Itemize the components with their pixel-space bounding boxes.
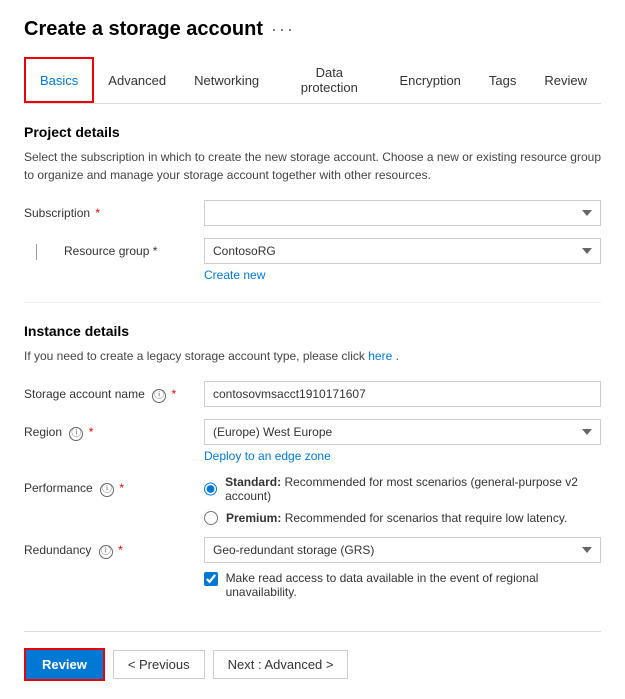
here-link[interactable]: here	[368, 349, 392, 363]
tab-review[interactable]: Review	[530, 57, 601, 103]
redundancy-label: Redundancy ⓘ *	[24, 537, 204, 559]
subscription-label: Subscription *	[24, 200, 204, 220]
tab-advanced[interactable]: Advanced	[94, 57, 180, 103]
performance-required: *	[119, 481, 124, 495]
subscription-required: *	[95, 206, 100, 220]
review-button[interactable]: Review	[24, 648, 105, 681]
page-title: Create a storage account	[24, 18, 263, 41]
redundancy-info-icon[interactable]: ⓘ	[99, 545, 113, 559]
resource-group-indent	[24, 238, 64, 260]
storage-name-required: *	[171, 387, 176, 401]
subscription-select[interactable]	[204, 200, 601, 226]
tab-networking[interactable]: Networking	[180, 57, 273, 103]
next-button[interactable]: Next : Advanced >	[213, 650, 349, 679]
previous-button[interactable]: < Previous	[113, 650, 205, 679]
region-select[interactable]: (Europe) West Europe	[204, 419, 601, 445]
read-access-label: Make read access to data available in th…	[226, 571, 601, 599]
performance-standard-radio[interactable]	[204, 482, 217, 496]
tab-data-protection[interactable]: Data protection	[273, 57, 385, 103]
performance-radio-group: Standard: Recommended for most scenarios…	[204, 475, 601, 525]
subscription-wrapper	[204, 200, 601, 226]
storage-account-name-input[interactable]: contosovmsacct1910171607	[204, 381, 601, 407]
region-info-icon[interactable]: ⓘ	[69, 427, 83, 441]
resource-group-wrapper: ContosoRG Create new	[204, 238, 601, 282]
instance-details-title: Instance details	[24, 323, 601, 339]
performance-premium-desc: Recommended for scenarios that require l…	[285, 511, 568, 525]
resource-group-required: *	[153, 244, 158, 258]
storage-account-name-label: Storage account name ⓘ *	[24, 381, 204, 403]
performance-premium-label: Premium:	[226, 511, 281, 525]
performance-premium-option[interactable]: Premium: Recommended for scenarios that …	[204, 511, 601, 525]
create-new-link[interactable]: Create new	[204, 268, 265, 282]
redundancy-select[interactable]: Geo-redundant storage (GRS)	[204, 537, 601, 563]
region-label: Region ⓘ *	[24, 419, 204, 441]
deploy-edge-zone-link[interactable]: Deploy to an edge zone	[204, 449, 331, 463]
tab-basics[interactable]: Basics	[24, 57, 94, 103]
read-access-checkbox[interactable]	[204, 572, 218, 586]
performance-wrapper: Standard: Recommended for most scenarios…	[204, 475, 601, 525]
region-required: *	[89, 425, 94, 439]
redundancy-wrapper: Geo-redundant storage (GRS) Make read ac…	[204, 537, 601, 599]
performance-standard-option[interactable]: Standard: Recommended for most scenarios…	[204, 475, 601, 503]
storage-account-name-wrapper: contosovmsacct1910171607	[204, 381, 601, 407]
storage-name-info-icon[interactable]: ⓘ	[152, 389, 166, 403]
instance-details-desc: If you need to create a legacy storage a…	[24, 347, 601, 365]
page-title-dots: ···	[271, 19, 295, 40]
footer-bar: Review < Previous Next : Advanced >	[24, 631, 601, 681]
section-divider-1	[24, 302, 601, 303]
performance-standard-label: Standard:	[225, 475, 281, 489]
nav-tabs: Basics Advanced Networking Data protecti…	[24, 57, 601, 104]
resource-group-label: Resource group *	[64, 238, 204, 258]
performance-info-icon[interactable]: ⓘ	[100, 483, 114, 497]
performance-premium-radio[interactable]	[204, 511, 218, 525]
tab-tags[interactable]: Tags	[475, 57, 530, 103]
read-access-checkbox-row: Make read access to data available in th…	[204, 571, 601, 599]
resource-group-select[interactable]: ContosoRG	[204, 238, 601, 264]
region-wrapper: (Europe) West Europe Deploy to an edge z…	[204, 419, 601, 463]
performance-label: Performance ⓘ *	[24, 475, 204, 497]
redundancy-required: *	[118, 543, 123, 557]
tab-encryption[interactable]: Encryption	[385, 57, 474, 103]
project-details-title: Project details	[24, 124, 601, 140]
project-details-desc: Select the subscription in which to crea…	[24, 148, 601, 184]
